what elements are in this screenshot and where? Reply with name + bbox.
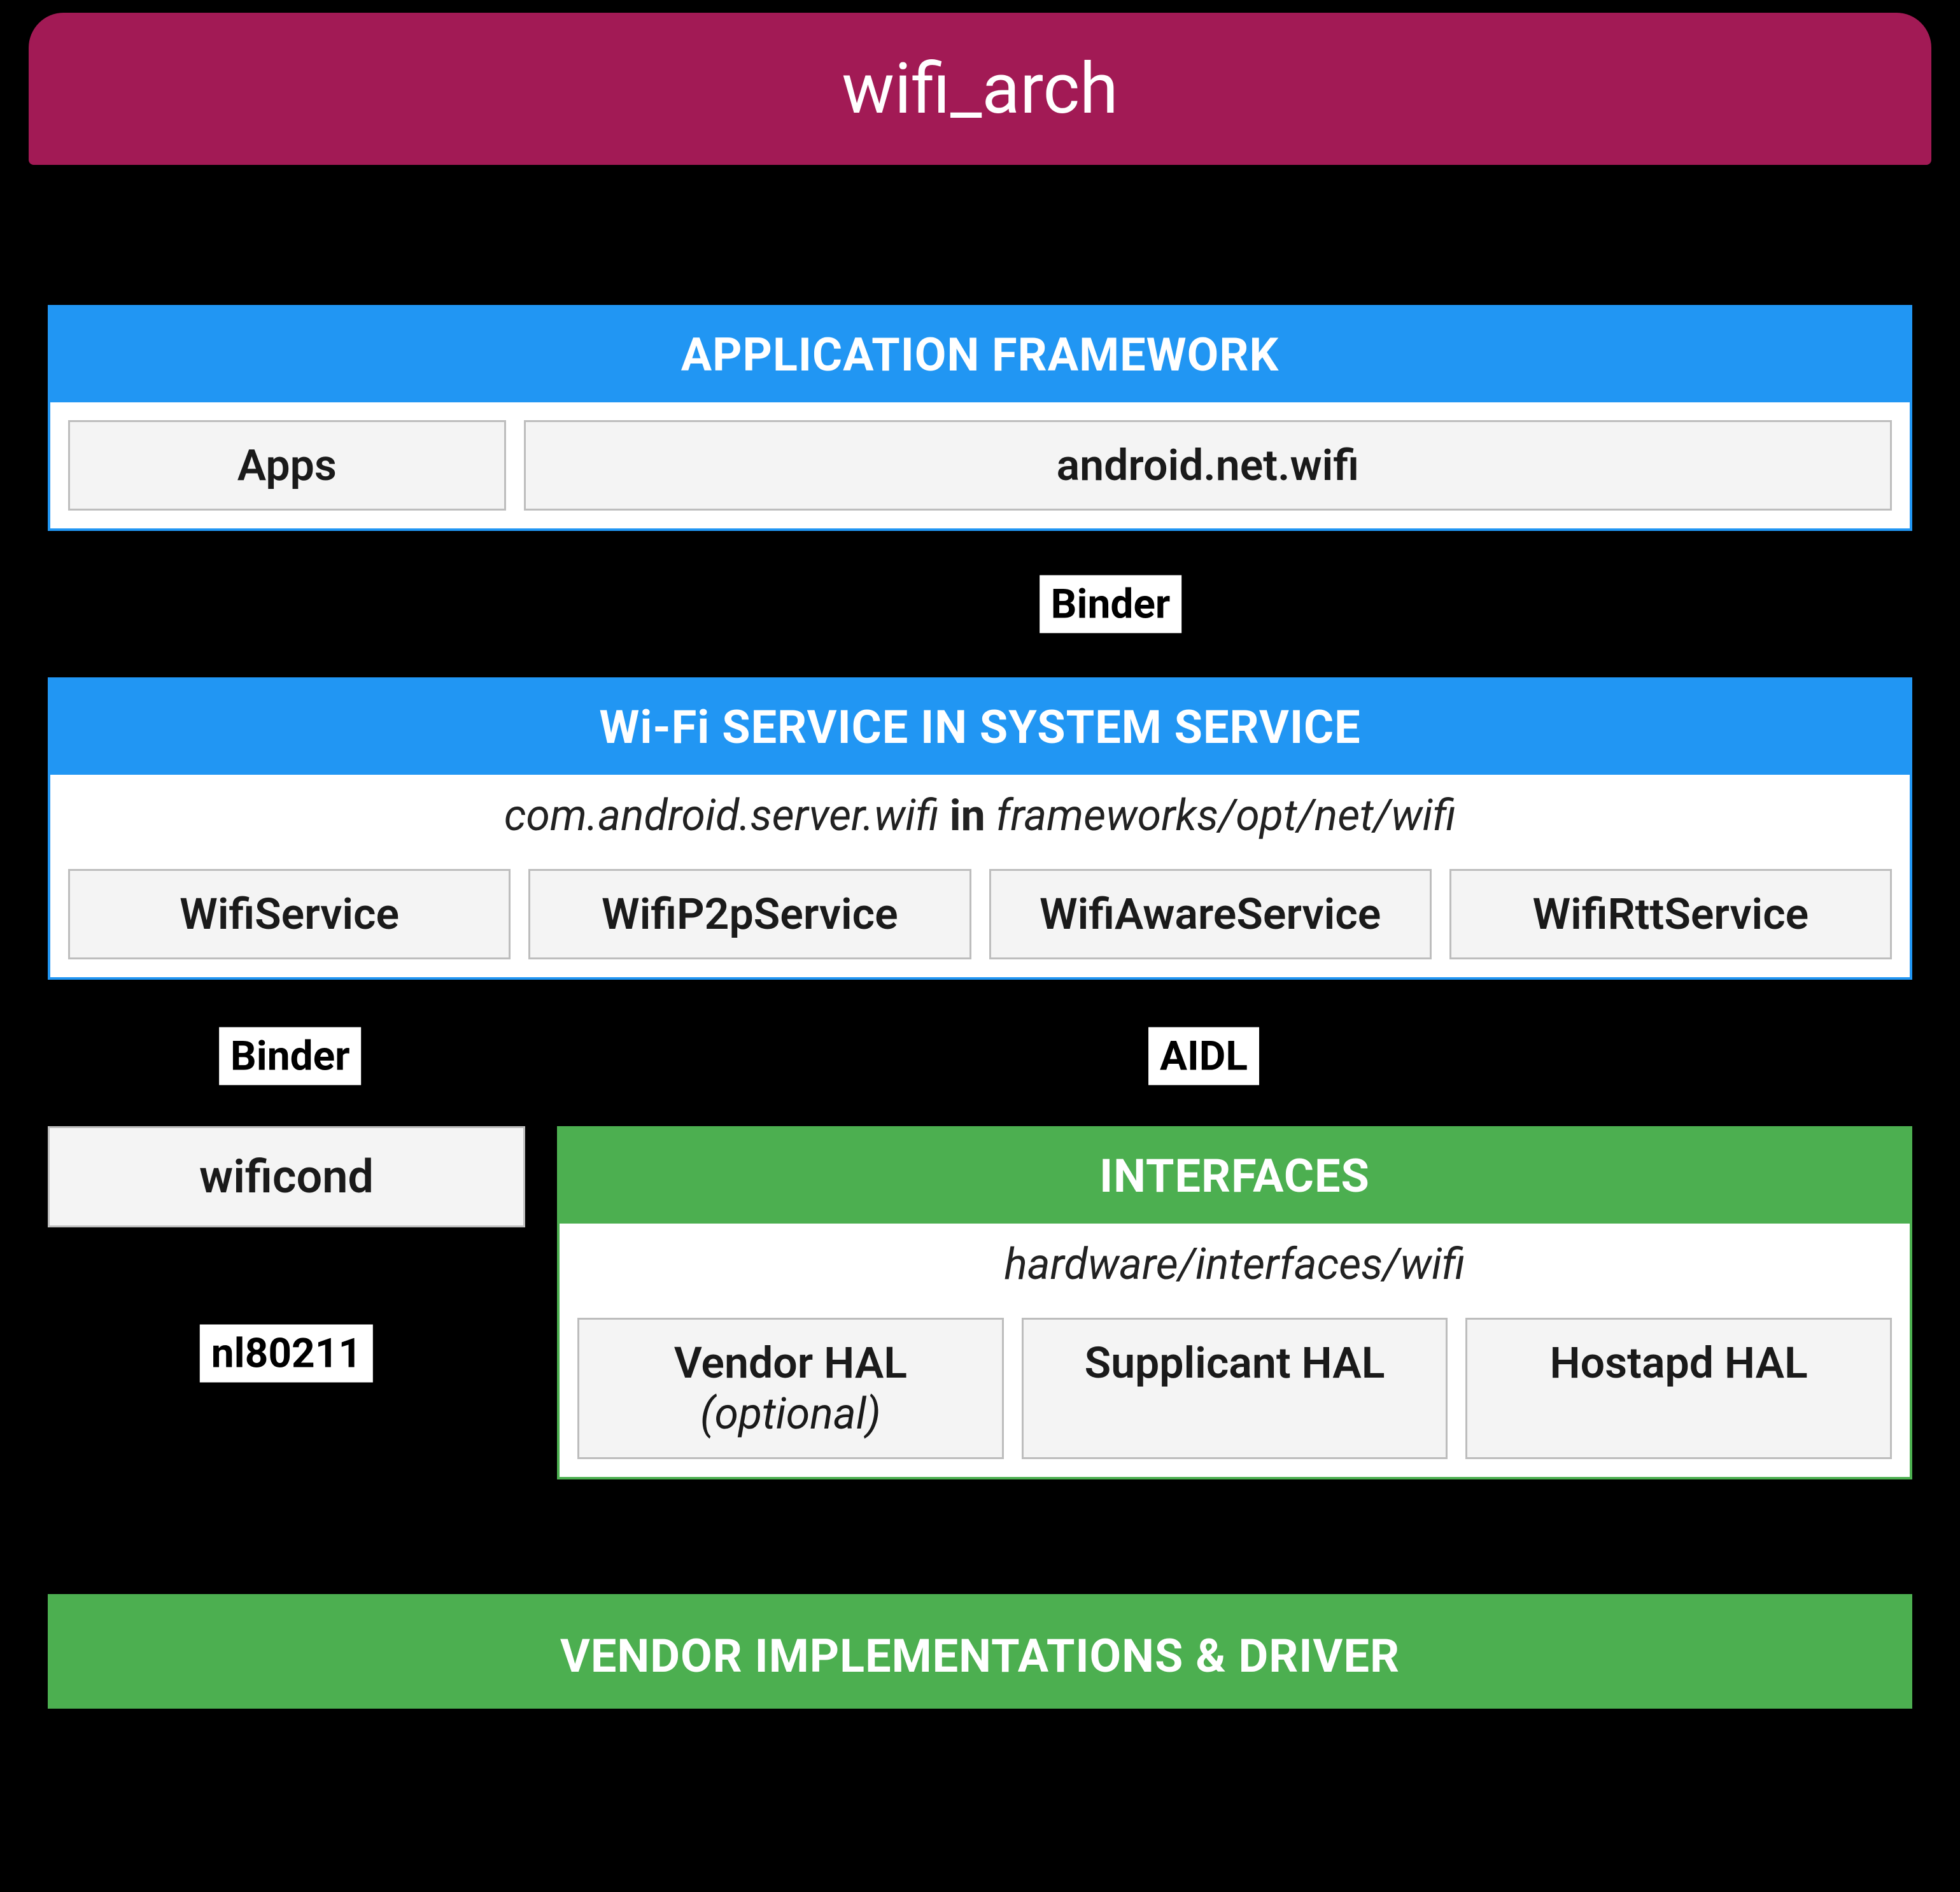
box-wifiservice: WifiService [68, 869, 511, 959]
box-apps: Apps [68, 420, 506, 511]
box-vendor-hal: Vendor HAL (optional) [577, 1318, 1004, 1459]
box-wifip2pservice: WifiP2pService [528, 869, 971, 959]
interfaces-subtitle: hardware/interfaces/wifi [560, 1224, 1910, 1300]
layer-application-framework: APPLICATION FRAMEWORK Apps android.net.w… [48, 305, 1912, 531]
wifi-service-header: Wi-Fi SERVICE IN SYSTEM SERVICE [50, 680, 1910, 775]
app-framework-header: APPLICATION FRAMEWORK [50, 307, 1910, 402]
wificond-column: wificond nl80211 [48, 1126, 525, 1431]
connector-service-to-lower: Binder AIDL [48, 980, 1912, 1126]
box-supplicant-hal: Supplicant HAL [1022, 1318, 1448, 1459]
wifi-service-subtitle: com.android.server.wifi in frameworks/op… [50, 775, 1910, 851]
interfaces-header: INTERFACES [560, 1129, 1910, 1224]
connector-af-to-service: Binder [48, 531, 1912, 677]
aidl-label: AIDL [1148, 1027, 1259, 1085]
layer-interfaces: INTERFACES hardware/interfaces/wifi Vend… [557, 1126, 1912, 1479]
box-hostapd-hal: Hostapd HAL [1465, 1318, 1892, 1459]
diagram-title: wifi_arch [29, 13, 1931, 165]
box-wifiawareservice: WifiAwareService [989, 869, 1432, 959]
binder-label-2: Binder [219, 1027, 362, 1085]
nl80211-label: nl80211 [200, 1325, 373, 1383]
box-android-net-wifi: android.net.wifi [524, 420, 1892, 511]
box-wificond: wificond [48, 1126, 525, 1227]
binder-label-1: Binder [1040, 575, 1182, 633]
row-wificond-interfaces: wificond nl80211 INTERFACES hardware/int… [48, 1126, 1912, 1479]
box-wifirttservice: WifiRttService [1449, 869, 1892, 959]
layer-vendor-implementations: VENDOR IMPLEMENTATIONS & DRIVER [48, 1594, 1912, 1709]
layer-wifi-service: Wi-Fi SERVICE IN SYSTEM SERVICE com.andr… [48, 677, 1912, 980]
